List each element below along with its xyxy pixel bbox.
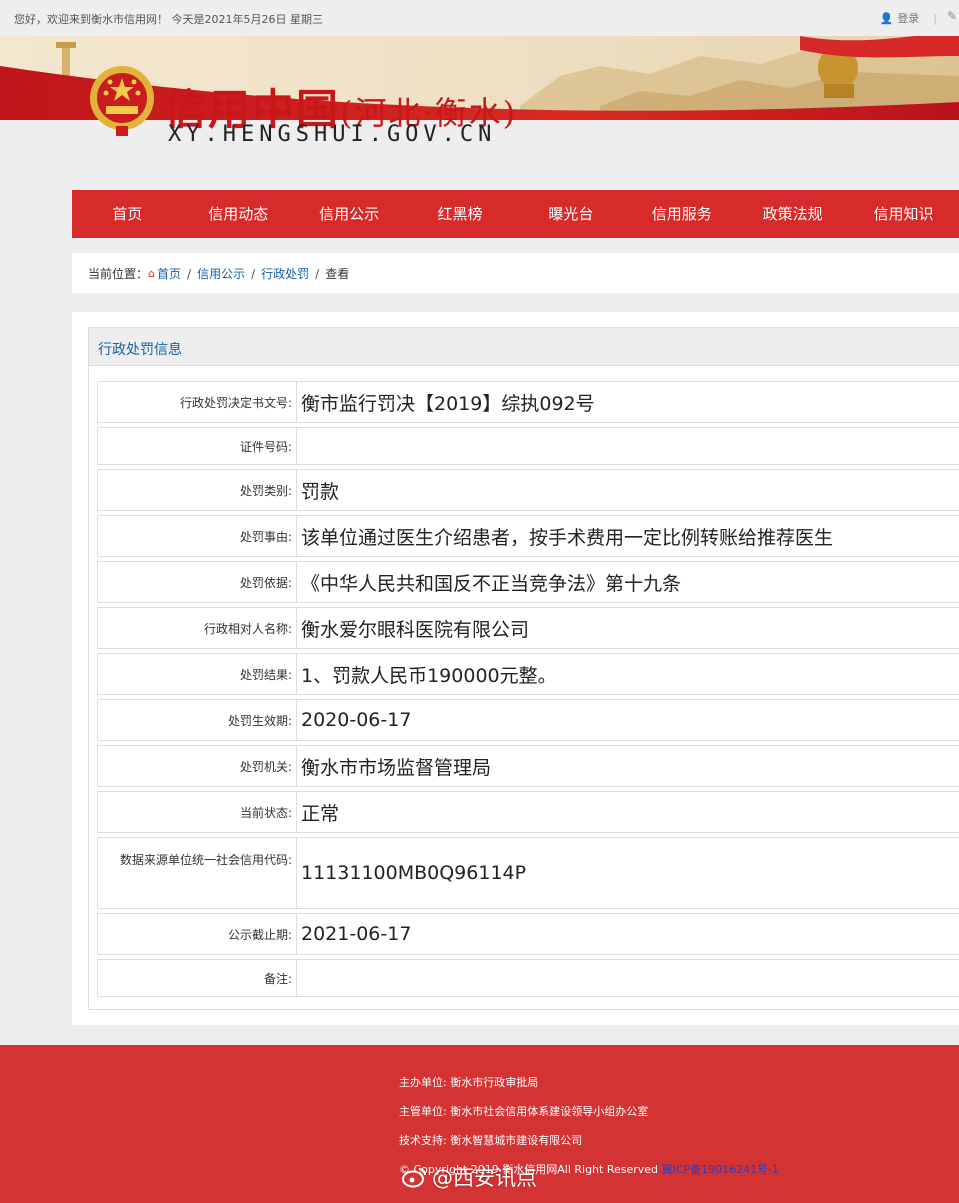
table-row: 行政处罚决定书文号: 衡市监行罚决【2019】综执092号 (97, 381, 959, 423)
field-label: 处罚结果: (98, 654, 297, 694)
breadcrumb-admin-penalty-link[interactable]: 行政处罚 (261, 265, 309, 282)
breadcrumb-home-link[interactable]: 首页 (157, 265, 181, 282)
field-label: 处罚事由: (98, 516, 297, 556)
field-value: 2020-06-17 (301, 709, 412, 731)
field-label: 行政处罚决定书文号: (98, 382, 297, 422)
field-value: 该单位通过医生介绍患者，按手术费用一定比例转账给推荐医生 (301, 526, 834, 549)
field-label: 处罚机关: (98, 746, 297, 786)
field-label: 处罚类别: (98, 470, 297, 510)
weibo-icon (402, 1168, 426, 1188)
breadcrumb: 当前位置： ⌂ 首页 / 信用公示 / 行政处罚 / 查看 (88, 265, 349, 282)
nav-item-credit-news[interactable]: 信用动态 (183, 190, 294, 238)
penalty-info-panel: 行政处罚信息 行政处罚决定书文号: 衡市监行罚决【2019】综执092号 证件号… (88, 327, 959, 1010)
field-value: 11131100MB0Q96114P (301, 862, 527, 884)
breadcrumb-separator: / (251, 266, 256, 281)
table-row: 行政相对人名称: 衡水爱尔眼科医院有限公司 (97, 607, 959, 649)
field-label: 备注: (98, 960, 297, 996)
field-value: 1、罚款人民币190000元整。 (301, 664, 557, 687)
table-row: 处罚机关: 衡水市市场监督管理局 (97, 745, 959, 787)
footer-tech-support: 技术支持: 衡水智慧城市建设有限公司 (399, 1134, 583, 1147)
pencil-icon[interactable]: ✎ (947, 9, 957, 23)
table-row: 数据来源单位统一社会信用代码: 11131100MB0Q96114P (97, 837, 959, 909)
footer-host: 主办单位: 衡水市行政审批局 (399, 1076, 539, 1089)
nav-item-home[interactable]: 首页 (72, 190, 183, 238)
table-row: 处罚生效期: 2020-06-17 (97, 699, 959, 741)
breadcrumb-prefix: 当前位置： (88, 267, 149, 281)
user-icon: 👤 (879, 11, 894, 25)
weibo-watermark: @西安讯点 (402, 1162, 537, 1192)
table-row: 处罚事由: 该单位通过医生介绍患者，按手术费用一定比例转账给推荐医生 (97, 515, 959, 557)
top-bar: 您好，欢迎来到衡水市信用网！ 今天是2021年5月26日 星期三 👤 登录 | … (0, 0, 959, 36)
nav-item-credit-knowledge[interactable]: 信用知识 (848, 190, 959, 238)
footer-supervisor: 主管单位: 衡水市社会信用体系建设领导小组办公室 (399, 1105, 649, 1118)
table-row: 处罚类别: 罚款 (97, 469, 959, 511)
login-label: 登录 (897, 12, 920, 25)
breadcrumb-separator: / (315, 266, 320, 281)
nav-item-credit-publicity[interactable]: 信用公示 (294, 190, 405, 238)
table-row: 处罚依据: 《中华人民共和国反不正当竞争法》第十九条 (97, 561, 959, 603)
breadcrumb-bar: 当前位置： ⌂ 首页 / 信用公示 / 行政处罚 / 查看 (72, 253, 959, 293)
penalty-info-table: 行政处罚决定书文号: 衡市监行罚决【2019】综执092号 证件号码: 处罚类别… (97, 381, 959, 1001)
field-label: 数据来源单位统一社会信用代码: (98, 838, 297, 908)
nav-item-red-black-list[interactable]: 红黑榜 (405, 190, 516, 238)
panel-title: 行政处罚信息 (98, 342, 182, 358)
main-nav: 首页 信用动态 信用公示 红黑榜 曝光台 信用服务 政策法规 信用知识 (72, 190, 959, 238)
footer-icp-link[interactable]: 冀ICP备19016241号-1 (662, 1163, 780, 1176)
nav-item-exposure[interactable]: 曝光台 (516, 190, 627, 238)
nav-item-policy[interactable]: 政策法规 (737, 190, 848, 238)
breadcrumb-separator: / (187, 266, 192, 281)
welcome-text: 您好，欢迎来到衡水市信用网！ 今天是2021年5月26日 星期三 (14, 13, 323, 26)
site-header: 您好，欢迎来到衡水市信用网！ 今天是2021年5月26日 星期三 👤 登录 | … (0, 0, 959, 180)
field-value: 正常 (301, 802, 340, 825)
field-value: 衡水爱尔眼科医院有限公司 (301, 618, 530, 641)
field-value: 衡水市市场监督管理局 (301, 756, 492, 779)
breadcrumb-credit-publicity-link[interactable]: 信用公示 (197, 265, 245, 282)
field-value: 《中华人民共和国反不正当竞争法》第十九条 (301, 572, 682, 595)
field-label: 处罚生效期: (98, 700, 297, 740)
field-value: 2021-06-17 (301, 923, 412, 945)
national-emblem-icon (90, 66, 154, 136)
field-value (297, 960, 959, 996)
breadcrumb-current: 查看 (325, 267, 350, 281)
site-domain: XY.HENGSHUI.GOV.CN (168, 122, 497, 147)
field-label: 当前状态: (98, 792, 297, 832)
topbar-separator: | (933, 11, 937, 25)
field-value: 罚款 (301, 480, 340, 503)
main-content: 行政处罚信息 行政处罚决定书文号: 衡市监行罚决【2019】综执092号 证件号… (72, 312, 959, 1025)
nav-item-credit-service[interactable]: 信用服务 (626, 190, 737, 238)
field-label: 行政相对人名称: (98, 608, 297, 648)
panel-header: 行政处罚信息 (89, 328, 959, 366)
table-row: 公示截止期: 2021-06-17 (97, 913, 959, 955)
table-row: 证件号码: (97, 427, 959, 465)
table-row: 备注: (97, 959, 959, 997)
login-link[interactable]: 👤 登录 | (880, 10, 937, 26)
field-label: 证件号码: (98, 428, 297, 464)
field-value: 衡市监行罚决【2019】综执092号 (301, 392, 595, 415)
home-icon: ⌂ (148, 267, 155, 280)
field-value (297, 428, 959, 464)
field-label: 处罚依据: (98, 562, 297, 602)
table-row: 当前状态: 正常 (97, 791, 959, 833)
field-label: 公示截止期: (98, 914, 297, 954)
watermark-text: @西安讯点 (432, 1166, 537, 1190)
table-row: 处罚结果: 1、罚款人民币190000元整。 (97, 653, 959, 695)
